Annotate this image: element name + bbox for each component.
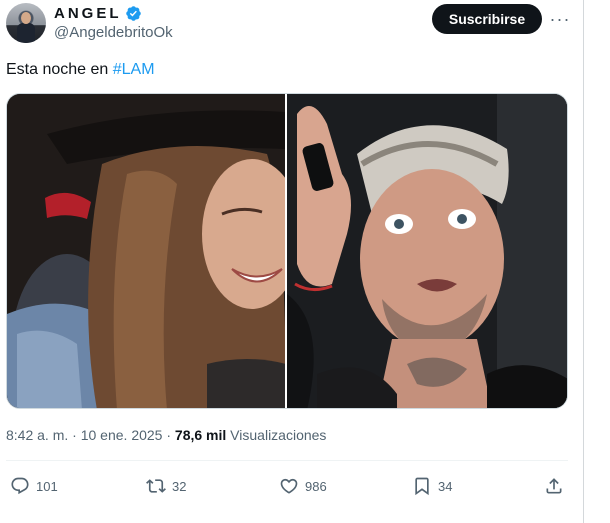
tweet-text: Esta noche en #LAM <box>6 61 155 79</box>
repost-count: 32 <box>172 478 187 494</box>
author-name[interactable]: ANGEL <box>54 5 122 22</box>
meta-separator: · <box>68 427 81 443</box>
photo-woman-smiling[interactable] <box>7 94 285 408</box>
heart-icon <box>280 478 298 494</box>
tweet-time[interactable]: 8:42 a. m. <box>6 427 68 443</box>
photo-man-surprised[interactable] <box>287 94 567 408</box>
like-button[interactable]: 986 <box>279 470 327 502</box>
tweet-date[interactable]: 10 ene. 2025 <box>81 427 163 443</box>
author-handle[interactable]: @AngeldebritoOk <box>54 24 173 41</box>
action-bar: 101 32 986 34 <box>6 470 568 502</box>
like-count: 986 <box>305 478 327 494</box>
bookmark-button[interactable]: 34 <box>412 470 452 502</box>
photo-left-illustration <box>7 94 285 408</box>
verified-badge-icon <box>125 6 141 21</box>
tweet-text-prefix: Esta noche en <box>6 61 113 78</box>
more-options-icon[interactable]: ··· <box>547 8 573 30</box>
photo-right-illustration <box>287 94 567 408</box>
subscribe-button[interactable]: Suscribirse <box>432 4 542 34</box>
bookmark-icon <box>415 477 429 496</box>
views-count: 78,6 mil <box>174 427 227 443</box>
tweet-meta: 8:42 a. m. · 10 ene. 2025 · 78,6 mil Vis… <box>6 427 326 443</box>
reply-button[interactable]: 101 <box>10 470 58 502</box>
tweet-media[interactable] <box>6 93 568 409</box>
views-label: Visualizaciones <box>226 427 327 443</box>
repost-icon <box>146 479 166 493</box>
reply-icon <box>11 477 29 495</box>
meta-separator: · <box>162 427 175 443</box>
repost-button[interactable]: 32 <box>146 470 186 502</box>
share-icon <box>546 478 562 494</box>
hashtag-link[interactable]: #LAM <box>113 61 155 78</box>
share-button[interactable] <box>544 470 564 502</box>
tweet-card: ANGEL @AngeldebritoOk Suscribirse ··· Es… <box>0 0 584 523</box>
avatar[interactable] <box>6 3 46 43</box>
divider <box>6 460 568 461</box>
bookmark-count: 34 <box>438 478 453 494</box>
avatar-face <box>21 12 31 24</box>
author-name-row[interactable]: ANGEL <box>54 5 142 22</box>
reply-count: 101 <box>36 478 58 494</box>
avatar-body <box>17 23 35 43</box>
